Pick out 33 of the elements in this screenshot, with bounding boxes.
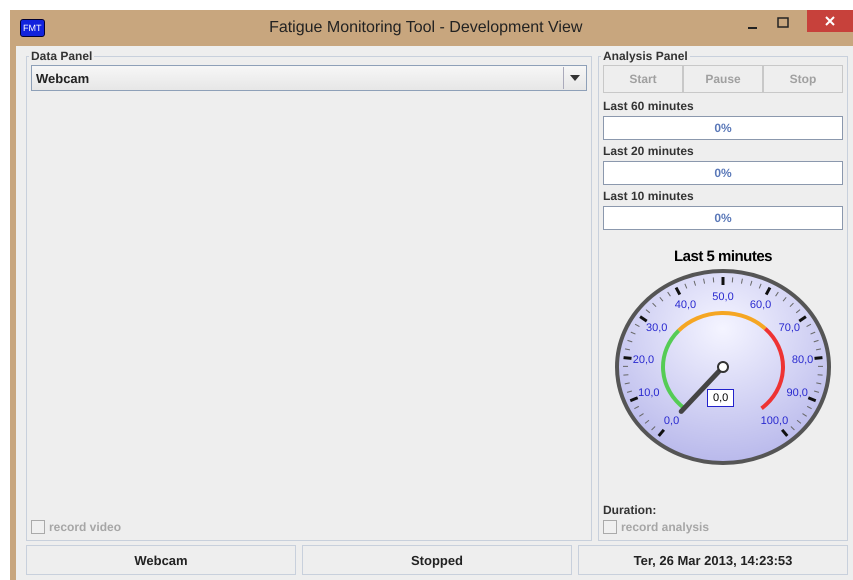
- progress-value: 0%: [714, 121, 732, 135]
- gauge-tick-label: 20,0: [632, 354, 654, 366]
- meter-label: Last 20 minutes: [603, 144, 695, 158]
- gauge-tick-label: 90,0: [786, 387, 808, 400]
- gauge-tick-label: 100,0: [760, 414, 788, 427]
- gauge-tick-label: 10,0: [638, 387, 660, 400]
- meter-label: Last 60 minutes: [603, 99, 695, 113]
- app-logo: FMT: [20, 19, 44, 37]
- panel-title: Analysis Panel: [602, 49, 689, 63]
- gauge-needle: [678, 361, 729, 414]
- progress-value: 0%: [714, 166, 732, 180]
- gauge-tick-label: 60,0: [750, 299, 772, 312]
- close-icon: [824, 15, 836, 27]
- status-cell: Stopped: [302, 545, 572, 575]
- gauge-tick-label: 0,0: [664, 414, 680, 427]
- status-cell: Webcam: [26, 545, 296, 575]
- window-title: Fatigue Monitoring Tool - Development View: [268, 19, 584, 37]
- maximize-icon[interactable]: [777, 17, 789, 29]
- panel-title: Data Panel: [30, 49, 94, 63]
- gauge-tick-label: 50,0: [712, 291, 734, 303]
- gauge-tick-label: 30,0: [646, 322, 668, 334]
- gauge-tick-label: 40,0: [674, 299, 696, 312]
- status-cell: Ter, 26 Mar 2013, 14:23:53: [578, 545, 848, 575]
- close-button[interactable]: [807, 10, 853, 32]
- gauge-tick-label: 70,0: [778, 322, 800, 334]
- source-dropdown[interactable]: Webcam: [31, 65, 587, 91]
- gauge-title: Last 5 minutes: [672, 248, 774, 265]
- meter-label: Last 10 minutes: [603, 189, 695, 203]
- progress-value: 0%: [714, 211, 732, 225]
- caret-icon: [570, 75, 580, 81]
- duration-label: Duration:: [603, 503, 658, 517]
- gauge-tick-label: 80,0: [792, 354, 814, 366]
- gauge-value: 0,0: [707, 389, 734, 407]
